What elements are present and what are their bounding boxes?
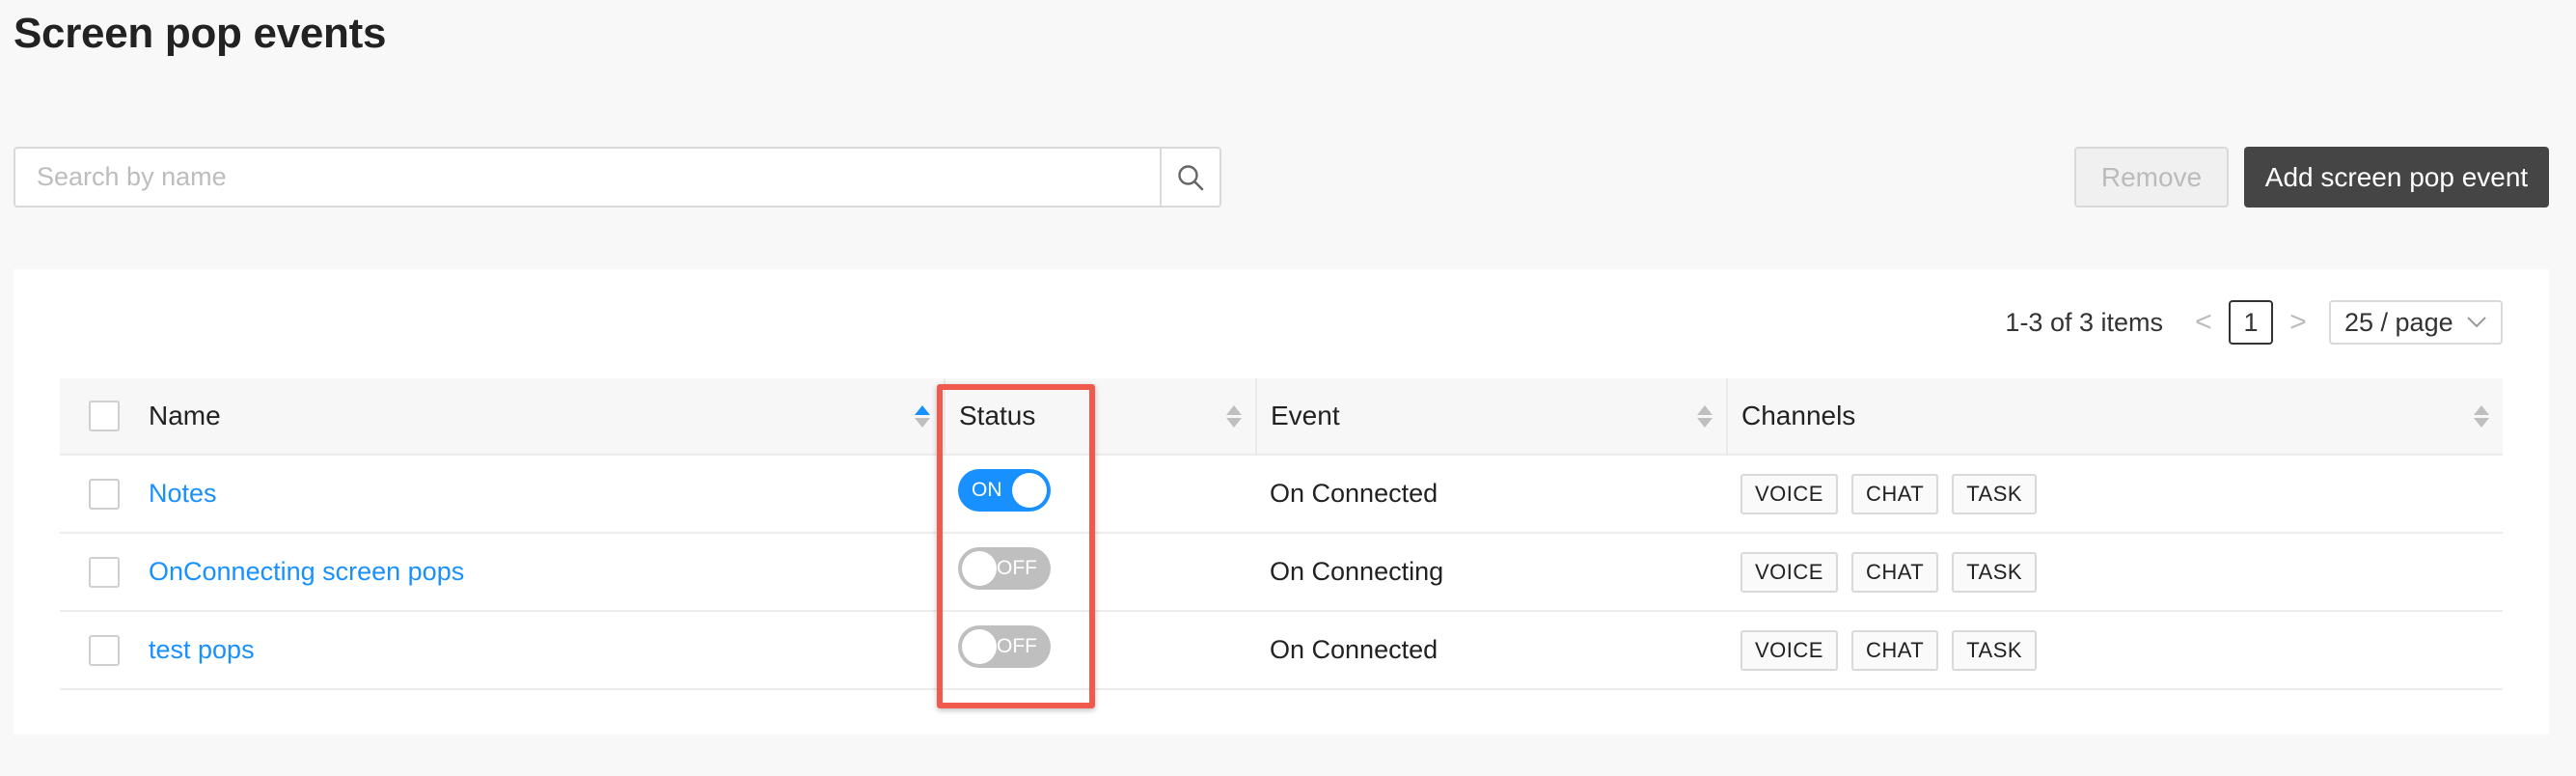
row-checkbox[interactable] [89,478,120,510]
table-row: test pops OFF On Connected VOICE CHAT TASK [60,611,2503,689]
sort-down-icon [1226,417,1242,428]
channel-tag: VOICE [1740,551,1838,593]
sort-name-icon[interactable] [915,404,930,428]
channel-tag: TASK [1952,629,2038,671]
toggle-knob [1012,473,1047,508]
event-cell: On Connected [1270,635,1439,664]
event-name-link[interactable]: test pops [149,635,255,664]
page-size-select[interactable]: 25 / page [2329,300,2503,345]
prev-page-button[interactable]: < [2190,306,2217,339]
row-checkbox[interactable] [89,634,120,666]
page-title: Screen pop events [14,10,387,57]
pagination-total: 1-3 of 3 items [2005,307,2163,337]
table-row: Notes ON On Connected VOICE CHAT TASK [60,455,2503,533]
column-header-status[interactable]: Status [945,378,1257,455]
page-1-button[interactable]: 1 [2229,300,2273,345]
toggle-knob [962,629,997,664]
status-toggle[interactable]: OFF [958,625,1051,668]
channel-tag: TASK [1952,551,2038,593]
channel-tag: TASK [1952,473,2038,514]
sort-up-icon [1697,404,1713,415]
sort-down-icon [2474,417,2489,428]
remove-button[interactable]: Remove [2074,147,2229,208]
column-header-event[interactable]: Event [1256,378,1728,455]
search-button[interactable] [1160,149,1219,206]
column-channels-label: Channels [1741,401,1856,430]
column-name-label: Name [149,401,221,430]
next-page-button[interactable]: > [2285,306,2312,339]
table-panel: 1-3 of 3 items < 1 > 25 / page Name Stat… [14,269,2549,734]
channels-cell: VOICE CHAT TASK [1727,611,2503,689]
status-toggle-label: ON [972,479,1002,501]
sort-event-icon[interactable] [1697,404,1713,428]
column-header-channels[interactable]: Channels [1727,378,2503,455]
toggle-knob [962,551,997,586]
channels-cell: VOICE CHAT TASK [1727,455,2503,533]
table-row: OnConnecting screen pops OFF On Connecti… [60,533,2503,611]
event-cell: On Connected [1270,479,1439,508]
chevron-down-icon [2467,317,2486,328]
channel-tag: CHAT [1850,551,1939,593]
sort-up-icon [2474,404,2489,415]
event-cell: On Connecting [1270,557,1444,586]
status-toggle[interactable]: OFF [958,547,1051,590]
sort-down-icon [915,417,930,428]
row-checkbox[interactable] [89,556,120,588]
sort-status-icon[interactable] [1226,404,1242,428]
search-icon [1178,164,1204,190]
search-input[interactable] [15,149,1160,206]
page: Screen pop events Remove Add screen pop … [0,0,2576,776]
screen-pop-events-table: Name Status Event Channels Notes ON On C… [60,378,2503,690]
channel-tag: VOICE [1740,629,1838,671]
row-select-cell [60,611,149,689]
status-toggle-label: OFF [997,635,1037,657]
row-select-cell [60,455,149,533]
sort-up-icon [1226,404,1242,415]
page-size-value: 25 / page [2344,307,2453,337]
column-status-label: Status [959,401,1036,430]
channel-tag: CHAT [1850,473,1939,514]
row-select-cell [60,533,149,611]
event-name-link[interactable]: OnConnecting screen pops [149,557,464,586]
select-all-cell [60,378,149,455]
channels-cell: VOICE CHAT TASK [1727,533,2503,611]
sort-up-icon [915,404,930,415]
search-bar [14,147,1221,208]
channel-tag: VOICE [1740,473,1838,514]
status-toggle-label: OFF [997,557,1037,579]
select-all-checkbox[interactable] [89,401,120,431]
event-name-link[interactable]: Notes [149,479,217,508]
pagination: 1-3 of 3 items < 1 > 25 / page [2005,300,2503,345]
channel-tag: CHAT [1850,629,1939,671]
table-header-row: Name Status Event Channels [60,378,2503,455]
column-event-label: Event [1271,401,1340,430]
column-header-name[interactable]: Name [149,378,945,455]
add-screen-pop-event-button[interactable]: Add screen pop event [2244,147,2549,208]
sort-down-icon [1697,417,1713,428]
sort-channels-icon[interactable] [2474,404,2489,428]
status-toggle[interactable]: ON [958,469,1051,512]
